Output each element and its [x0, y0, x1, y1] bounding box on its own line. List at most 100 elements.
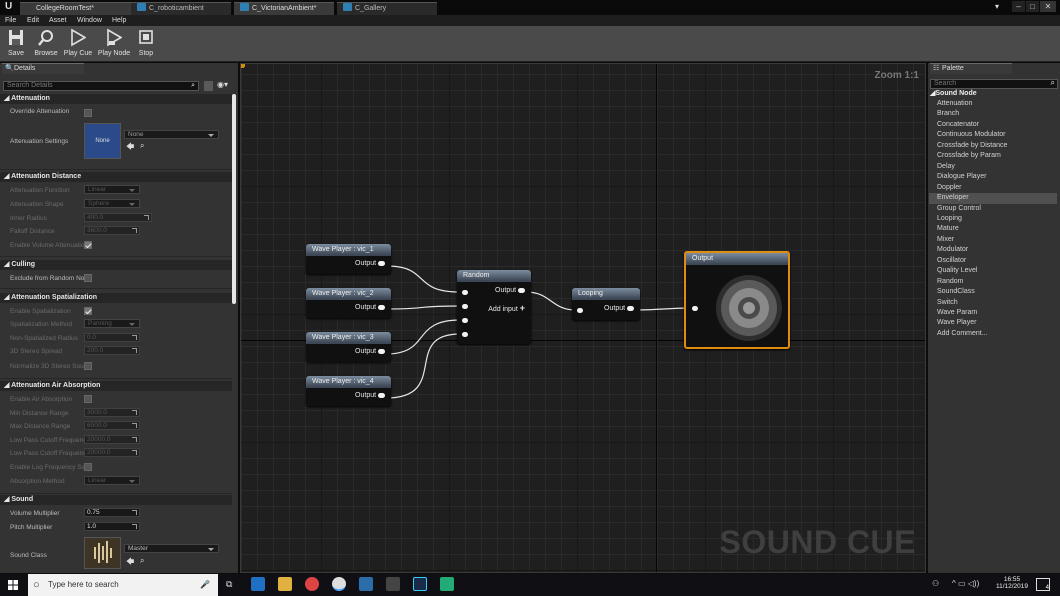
- menu-help[interactable]: Help: [112, 15, 126, 26]
- non-spatialized-radius-field[interactable]: 0.0: [84, 333, 140, 342]
- attenuation-settings-dropdown[interactable]: None: [124, 130, 219, 139]
- max-distance-range-field[interactable]: 6000.0: [84, 421, 140, 430]
- tab-victorianambient[interactable]: C_VictorianAmbient*: [234, 2, 334, 15]
- palette-item[interactable]: Enveloper: [929, 193, 1057, 204]
- app-icon[interactable]: [359, 577, 373, 591]
- palette-item[interactable]: Modulator: [937, 245, 1060, 256]
- tab-gallery[interactable]: C_Gallery: [337, 2, 437, 15]
- taskbar-search-input[interactable]: ○ Type here to search 🎤: [28, 574, 218, 596]
- palette-item[interactable]: Mature: [937, 224, 1060, 235]
- input-pin-3[interactable]: [462, 318, 468, 323]
- input-pin[interactable]: [577, 308, 583, 313]
- source-control-icon[interactable]: ▾: [995, 2, 1005, 11]
- palette-item[interactable]: Concatenator: [937, 120, 1060, 131]
- sound-cue-graph[interactable]: Wave Player : vic_1 Output Wave Player :…: [240, 63, 926, 573]
- random-node[interactable]: Random Output Add input +: [457, 270, 531, 344]
- photoshop-icon[interactable]: [413, 577, 427, 591]
- section-culling[interactable]: ◢ Culling: [0, 260, 232, 270]
- inner-radius-field[interactable]: 400.0: [84, 213, 152, 222]
- browse-asset-icon[interactable]: ⌕: [140, 141, 144, 151]
- add-input-pin[interactable]: Add input +: [488, 303, 525, 313]
- exclude-from-random-checkbox[interactable]: [84, 274, 92, 282]
- output-pin[interactable]: Output: [604, 305, 634, 312]
- section-attenuation[interactable]: ◢ Attenuation: [0, 94, 232, 104]
- min-distance-range-field[interactable]: 3000.0: [84, 408, 140, 417]
- app-icon[interactable]: [386, 577, 400, 591]
- palette-item[interactable]: Quality Level: [937, 266, 1060, 277]
- maximize-button[interactable]: □: [1026, 1, 1039, 12]
- palette-item[interactable]: Doppler: [937, 183, 1060, 194]
- palette-item[interactable]: Branch: [937, 109, 1060, 120]
- wave-player-node-3[interactable]: Wave Player : vic_3 Output: [306, 332, 391, 362]
- wave-player-node-2[interactable]: Wave Player : vic_2 Output: [306, 288, 391, 318]
- section-sound[interactable]: ◢ Sound: [0, 495, 232, 505]
- menu-file[interactable]: File: [5, 15, 16, 26]
- menu-edit[interactable]: Edit: [27, 15, 39, 26]
- details-tab[interactable]: 🔍 Details: [2, 63, 84, 74]
- palette-item[interactable]: Looping: [937, 214, 1060, 225]
- use-selected-icon[interactable]: 🡄: [126, 141, 134, 155]
- palette-item[interactable]: Mixer: [937, 235, 1060, 246]
- tab-collegeroomtest[interactable]: CollegeRoomTest*: [20, 2, 138, 15]
- volume-multiplier-field[interactable]: 0.75: [84, 508, 140, 517]
- browse-asset-icon[interactable]: ⌕: [140, 556, 144, 566]
- file-explorer-icon[interactable]: [278, 577, 292, 591]
- output-pin[interactable]: Output: [306, 256, 391, 267]
- tab-roboticambient[interactable]: C_roboticambient: [131, 2, 231, 15]
- unreal-engine-icon[interactable]: [332, 577, 346, 591]
- palette-category[interactable]: ◢Sound Node: [930, 89, 977, 97]
- enable-volume-attenuation-checkbox[interactable]: [84, 241, 92, 249]
- close-button[interactable]: ✕: [1040, 1, 1056, 12]
- output-pin[interactable]: Output: [495, 287, 525, 294]
- palette-item[interactable]: Wave Param: [937, 308, 1060, 319]
- spatialization-method-dropdown[interactable]: Panning: [84, 319, 140, 328]
- palette-item[interactable]: Attenuation: [937, 99, 1060, 110]
- notification-icon[interactable]: 4: [1036, 578, 1050, 591]
- menu-asset[interactable]: Asset: [49, 15, 67, 26]
- sound-class-dropdown[interactable]: Master: [124, 544, 219, 553]
- palette-item[interactable]: Oscillator: [937, 256, 1060, 267]
- people-icon[interactable]: ⚇: [932, 579, 939, 588]
- palette-item[interactable]: Continuous Modulator: [937, 130, 1060, 141]
- section-attenuation-distance[interactable]: ◢ Attenuation Distance: [0, 172, 232, 182]
- input-pin-2[interactable]: [462, 304, 468, 309]
- palette-item[interactable]: Wave Player: [937, 318, 1060, 329]
- section-attenuation-spatialization[interactable]: ◢ Attenuation Spatialization: [0, 293, 232, 303]
- task-view-icon[interactable]: ⧉: [226, 579, 232, 590]
- system-tray-icons[interactable]: ^ ▭ ◁)): [952, 579, 979, 588]
- override-attenuation-checkbox[interactable]: [84, 109, 92, 117]
- absorption-method-dropdown[interactable]: Linear: [84, 476, 140, 485]
- output-pin[interactable]: Output: [306, 300, 391, 311]
- stereo-spread-field[interactable]: 200.0: [84, 346, 140, 355]
- palette-item[interactable]: Random: [937, 277, 1060, 288]
- app-icon[interactable]: [440, 577, 454, 591]
- normalize-stereo-checkbox[interactable]: [84, 362, 92, 370]
- input-pin[interactable]: [692, 306, 698, 311]
- save-button[interactable]: Save: [3, 28, 29, 60]
- section-air-absorption[interactable]: ◢ Attenuation Air Absorption: [0, 381, 232, 391]
- palette-item[interactable]: Add Comment...: [937, 329, 1060, 340]
- details-search-input[interactable]: Search Details ⌕: [3, 81, 199, 91]
- enable-spatialization-checkbox[interactable]: [84, 307, 92, 315]
- attenuation-function-dropdown[interactable]: Linear: [84, 185, 140, 194]
- palette-search-input[interactable]: Search ⌕: [930, 79, 1058, 89]
- pitch-multiplier-field[interactable]: 1.0: [84, 522, 140, 531]
- asset-thumbnail[interactable]: None: [84, 123, 121, 159]
- palette-item[interactable]: SoundClass: [937, 287, 1060, 298]
- palette-item[interactable]: Group Control: [937, 204, 1060, 215]
- chrome-icon[interactable]: [305, 577, 319, 591]
- use-selected-icon[interactable]: 🡄: [126, 556, 134, 570]
- low-pass-min-field[interactable]: 20000.0: [84, 435, 140, 444]
- palette-item[interactable]: Crossfade by Param: [937, 151, 1060, 162]
- looping-node[interactable]: Looping Output: [572, 288, 640, 320]
- browse-button[interactable]: Browse: [31, 28, 61, 60]
- edge-icon[interactable]: [251, 577, 265, 591]
- palette-tab[interactable]: ☷ Palette: [930, 63, 1012, 74]
- output-pin[interactable]: Output: [306, 344, 391, 355]
- attenuation-shape-dropdown[interactable]: Sphere: [84, 199, 140, 208]
- input-pin-4[interactable]: [462, 332, 468, 337]
- menu-window[interactable]: Window: [77, 15, 102, 26]
- eye-icon[interactable]: ◉▾: [217, 80, 228, 89]
- palette-item[interactable]: Delay: [937, 162, 1060, 173]
- output-node[interactable]: Output: [684, 251, 790, 349]
